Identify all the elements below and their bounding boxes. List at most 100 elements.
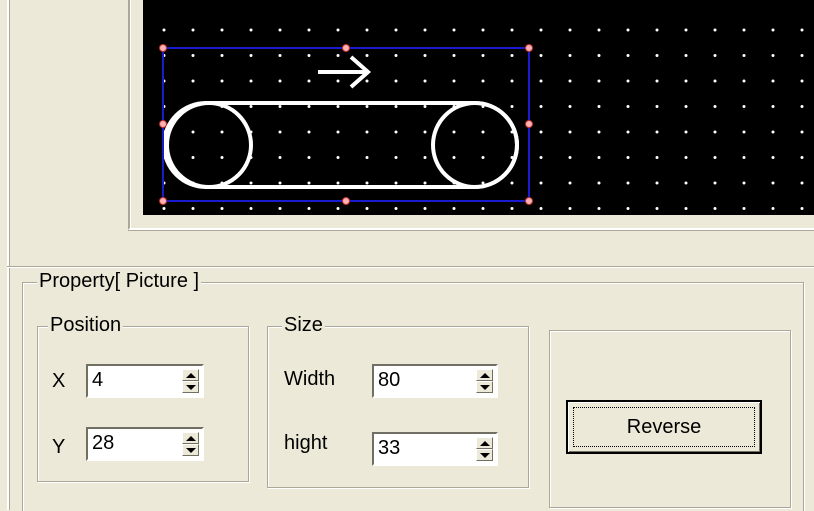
- grid-dot: [278, 207, 282, 210]
- resize-handle[interactable]: [525, 197, 533, 205]
- height-spin-up-button[interactable]: [476, 437, 493, 449]
- grid-dot: [742, 79, 746, 83]
- grid-dot: [336, 79, 340, 83]
- grid-dot: [394, 156, 398, 159]
- grid-dot: [655, 207, 659, 210]
- grid-dot: [452, 130, 456, 134]
- grid-dot: [597, 105, 601, 108]
- width-value[interactable]: 80: [378, 369, 400, 392]
- grid-dot: [568, 156, 572, 159]
- height-spinbox[interactable]: 33: [372, 432, 498, 466]
- grid-dot: [452, 156, 456, 159]
- grid-dot: [771, 79, 775, 83]
- grid-dot: [365, 79, 369, 83]
- grid-dot: [684, 130, 688, 134]
- resize-handle[interactable]: [342, 44, 350, 52]
- x-spinbox[interactable]: 4: [86, 364, 204, 398]
- grid-dot: [510, 207, 514, 210]
- grid-dot: [597, 28, 601, 32]
- grid-dot: [539, 28, 543, 32]
- grid-dot: [481, 79, 485, 83]
- width-spin-up-button[interactable]: [476, 369, 493, 381]
- grid-dot: [742, 28, 746, 32]
- width-label: Width: [284, 368, 336, 390]
- grid-dot: [800, 54, 804, 57]
- grid-dot: [365, 156, 369, 159]
- grid-dot: [713, 207, 717, 210]
- grid-dot: [800, 181, 804, 185]
- grid-dot: [394, 54, 398, 57]
- grid-dot: [278, 28, 282, 32]
- grid-dot: [278, 181, 282, 185]
- width-spinbox[interactable]: 80: [372, 364, 498, 398]
- grid-dot: [713, 181, 717, 185]
- grid-dot: [568, 28, 572, 32]
- grid-dot: [510, 28, 514, 32]
- grid-dot: [655, 130, 659, 134]
- grid-dot: [597, 156, 601, 159]
- conveyor-picture[interactable]: [162, 55, 519, 189]
- grid-dot: [568, 105, 572, 108]
- grid-dots: [162, 28, 804, 210]
- height-value[interactable]: 33: [378, 437, 400, 460]
- grid-dot: [278, 156, 282, 159]
- grid-dot: [336, 156, 340, 159]
- grid-dot: [307, 156, 311, 159]
- grid-dot: [684, 54, 688, 57]
- resize-handle[interactable]: [342, 197, 350, 205]
- grid-dot: [800, 105, 804, 108]
- grid-dot: [510, 79, 514, 83]
- grid-dot: [191, 28, 195, 32]
- grid-dot: [365, 181, 369, 185]
- grid-dot: [394, 79, 398, 83]
- arrow-up-icon: [185, 435, 196, 441]
- y-spin-down-button[interactable]: [182, 444, 199, 456]
- grid-dot: [481, 54, 485, 57]
- grid-dot: [597, 207, 601, 210]
- grid-dot: [481, 156, 485, 159]
- selection-handles[interactable]: [159, 44, 533, 205]
- arrow-up-icon: [185, 372, 196, 378]
- grid-dot: [452, 79, 456, 83]
- grid-dot: [655, 79, 659, 83]
- grid-dot: [539, 105, 543, 108]
- resize-handle[interactable]: [159, 44, 167, 52]
- grid-dot: [655, 105, 659, 108]
- grid-dot: [510, 105, 514, 108]
- resize-handle[interactable]: [159, 120, 167, 128]
- grid-dot: [655, 54, 659, 57]
- height-spin-down-button[interactable]: [476, 449, 493, 461]
- grid-dot: [307, 28, 311, 32]
- grid-dot: [713, 105, 717, 108]
- x-value[interactable]: 4: [92, 369, 103, 392]
- grid-dot: [742, 156, 746, 159]
- reverse-button[interactable]: Reverse: [566, 400, 762, 454]
- grid-dot: [771, 156, 775, 159]
- resize-handle[interactable]: [525, 44, 533, 52]
- x-spin-up-button[interactable]: [182, 369, 199, 381]
- grid-dot: [481, 28, 485, 32]
- grid-dot: [423, 79, 427, 83]
- grid-dot: [626, 156, 630, 159]
- grid-dot: [684, 181, 688, 185]
- lcd-canvas[interactable]: [143, 0, 814, 215]
- resize-handle[interactable]: [159, 197, 167, 205]
- grid-dot: [655, 28, 659, 32]
- grid-dot: [365, 28, 369, 32]
- size-legend: Size: [282, 314, 325, 337]
- x-spin-down-button[interactable]: [182, 381, 199, 393]
- y-spinbox[interactable]: 28: [86, 427, 204, 461]
- x-label: X: [52, 370, 66, 392]
- grid-dot: [162, 207, 166, 210]
- grid-dot: [771, 130, 775, 134]
- width-spin-down-button[interactable]: [476, 381, 493, 393]
- grid-dot: [742, 181, 746, 185]
- resize-handle[interactable]: [525, 120, 533, 128]
- y-spin-up-button[interactable]: [182, 432, 199, 444]
- grid-dot: [626, 181, 630, 185]
- grid-dot: [452, 54, 456, 57]
- y-value[interactable]: 28: [92, 432, 114, 455]
- grid-dot: [278, 54, 282, 57]
- left-border: [0, 0, 9, 510]
- grid-dot: [365, 130, 369, 134]
